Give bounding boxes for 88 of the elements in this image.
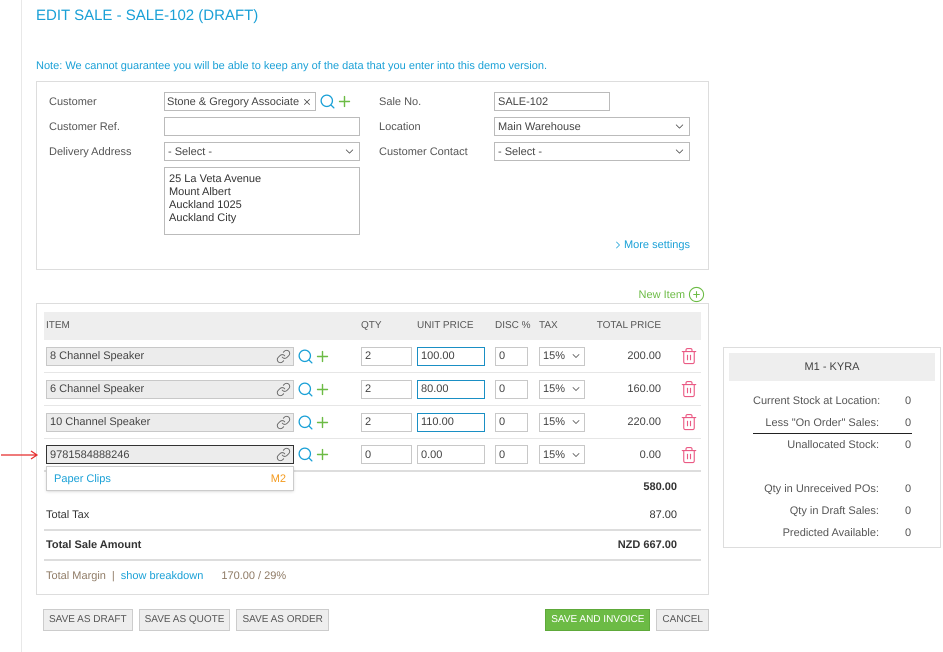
secondary-button[interactable]: SAVE AS QUOTE xyxy=(138,609,230,631)
trash-icon[interactable] xyxy=(680,413,698,431)
select-field[interactable]: - Select - xyxy=(164,142,360,161)
stock-value: 0 xyxy=(905,438,912,452)
trash-icon[interactable] xyxy=(680,347,698,365)
total-value: 87.00 xyxy=(649,508,677,522)
separator-text: | xyxy=(112,569,115,583)
field-label: Customer xyxy=(49,96,97,108)
text-field[interactable] xyxy=(164,117,360,136)
stock-value: 0 xyxy=(905,394,912,408)
unit-price-field[interactable]: 100.00 xyxy=(417,346,485,366)
total-value: NZD 667.00 xyxy=(618,538,677,552)
select-field[interactable]: Main Warehouse xyxy=(494,117,690,136)
stock-value: 0 xyxy=(905,416,912,430)
column-header: ITEM xyxy=(46,320,70,331)
trash-icon[interactable] xyxy=(680,446,698,464)
discount-field[interactable]: 0 xyxy=(495,412,528,432)
link-icon[interactable] xyxy=(276,414,291,430)
item-field[interactable]: 9781584888246 xyxy=(46,445,294,464)
quantity-field[interactable]: 0 xyxy=(361,445,412,464)
demo-note: Note: We cannot guarantee you will be able to keep any of the data that you enter into this demo version. xyxy=(36,59,548,73)
secondary-button[interactable]: CANCEL xyxy=(656,609,709,631)
field-label: Customer Contact xyxy=(379,146,468,158)
search-icon[interactable] xyxy=(297,348,314,364)
customer-field[interactable]: Stone & Gregory Associate xyxy=(164,92,316,111)
clear-icon[interactable] xyxy=(302,96,312,106)
stock-value: 0 xyxy=(905,504,912,518)
total-label: Total Tax xyxy=(46,508,90,522)
search-icon[interactable] xyxy=(319,93,336,110)
tax-select[interactable]: 15% xyxy=(539,380,585,398)
discount-field[interactable]: 0 xyxy=(495,346,528,366)
right-arrow-icon xyxy=(1,450,39,460)
line-total: 0.00 xyxy=(640,448,661,462)
line-total: 200.00 xyxy=(627,349,661,363)
column-header: TOTAL PRICE xyxy=(596,319,661,333)
unit-price-field[interactable]: 110.00 xyxy=(417,412,485,432)
quantity-field[interactable]: 2 xyxy=(361,346,412,366)
line-total: 220.00 xyxy=(627,415,661,429)
field-label: Sale No. xyxy=(379,96,422,108)
stock-label: Current Stock at Location: xyxy=(753,395,880,407)
stock-panel-title: M1 - KYRA xyxy=(729,353,935,381)
discount-field[interactable]: 0 xyxy=(495,380,528,398)
line-total: 160.00 xyxy=(627,382,661,396)
address-field[interactable]: 25 La Veta Avenue Mount Albert Auckland 1025 Auckland City xyxy=(164,167,360,235)
trash-icon[interactable] xyxy=(680,380,698,398)
total-value: 580.00 xyxy=(643,480,677,494)
field-label: Customer Ref. xyxy=(49,120,120,132)
column-header: QTY xyxy=(361,320,382,331)
column-header: TAX xyxy=(539,320,558,331)
stock-label: Unallocated Stock: xyxy=(787,439,879,451)
quantity-field[interactable]: 2 xyxy=(361,412,412,432)
stock-label: Predicted Available: xyxy=(782,527,879,539)
stock-label: Qty in Unreceived POs: xyxy=(764,483,879,495)
link-icon[interactable] xyxy=(276,382,291,396)
margin-label: Total Margin xyxy=(46,569,106,583)
tax-select[interactable]: 15% xyxy=(539,412,585,432)
stock-label: Less "On Order" Sales: xyxy=(765,416,879,428)
page-title: EDIT SALE - SALE-102 (DRAFT) xyxy=(36,6,260,25)
item-field[interactable]: 6 Channel Speaker xyxy=(46,380,294,398)
field-label: Location xyxy=(379,120,421,132)
link-icon[interactable] xyxy=(276,447,291,462)
plus-icon[interactable] xyxy=(314,446,331,463)
margin-value: 170.00 / 29% xyxy=(221,569,286,583)
secondary-button[interactable]: SAVE AS ORDER xyxy=(236,609,329,631)
unit-price-field[interactable]: 0.00 xyxy=(417,445,485,464)
column-header: DISC % xyxy=(495,320,531,331)
discount-field[interactable]: 0 xyxy=(495,445,528,464)
total-label: Total Sale Amount xyxy=(46,538,142,552)
select-field[interactable]: - Select - xyxy=(494,142,690,161)
circle-plus-icon xyxy=(688,286,705,303)
search-icon[interactable] xyxy=(297,380,314,398)
quantity-field[interactable]: 2 xyxy=(361,380,412,398)
link-icon[interactable] xyxy=(276,348,291,364)
item-field[interactable]: 8 Channel Speaker xyxy=(46,346,294,366)
tax-select[interactable]: 15% xyxy=(539,346,585,366)
stock-value: 0 xyxy=(905,482,912,496)
item-code: M2 xyxy=(270,472,286,486)
search-icon[interactable] xyxy=(297,446,314,463)
column-header: UNIT PRICE xyxy=(417,320,474,331)
unit-price-field[interactable]: 80.00 xyxy=(417,380,485,398)
text-field[interactable]: SALE-102 xyxy=(494,92,610,111)
search-icon[interactable] xyxy=(297,414,314,430)
tax-select[interactable]: 15% xyxy=(539,445,585,464)
stock-value: 0 xyxy=(905,526,912,540)
field-label: Delivery Address xyxy=(49,146,132,158)
stock-label: Qty in Draft Sales: xyxy=(790,505,879,517)
item-field[interactable]: 10 Channel Speaker xyxy=(46,412,294,432)
secondary-button[interactable]: SAVE AS DRAFT xyxy=(43,609,133,631)
